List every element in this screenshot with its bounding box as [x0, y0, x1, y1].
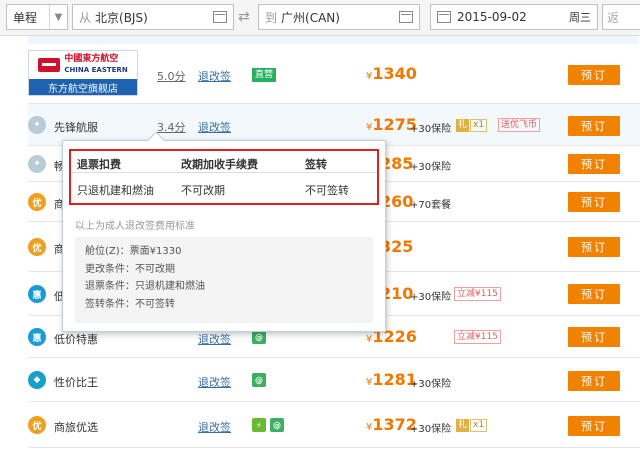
china-eastern-logo-icon — [38, 58, 61, 72]
value-change-fee: 不可改期 — [181, 184, 225, 197]
gift-count: x1 — [470, 119, 488, 132]
policy-note: 以上为成人退改签费用标准 — [75, 221, 195, 232]
value-refund-fee: 只退机建和燃油 — [77, 184, 154, 197]
depart-date-input[interactable]: 2015-09-02 周三 — [430, 4, 598, 30]
book-button[interactable]: 预订 — [568, 65, 620, 85]
gift-icon: 礼 — [456, 419, 470, 432]
header-strip — [28, 36, 638, 44]
discount-icon: 优 — [28, 416, 46, 434]
insurance: +30保险 — [410, 292, 452, 303]
vendor-name: 先锋航服 — [54, 121, 98, 134]
table-row: 中國東方航空 CHINA EASTERN 东方航空旗舰店 5.0分 退改签 直营… — [28, 44, 640, 104]
city-list-icon[interactable] — [213, 11, 227, 23]
promo-tag: 送优飞币 — [498, 118, 541, 132]
vendor-name: 商旅优选 — [54, 421, 98, 434]
weekday: 周三 — [569, 11, 591, 24]
header-change-fee: 改期加收手续费 — [181, 158, 258, 171]
logo-cn: 中國東方航空 — [64, 54, 119, 64]
header-endorse: 签转 — [305, 158, 327, 171]
refund-link[interactable]: 退改签 — [198, 331, 231, 347]
score[interactable]: 5.0分 — [157, 68, 186, 84]
trip-type-select[interactable]: 单程 ▼ — [6, 4, 68, 30]
insurance: +30保险 — [410, 162, 452, 173]
app-icon: @ — [270, 418, 284, 432]
book-button[interactable]: 预订 — [568, 237, 620, 257]
refund-link[interactable]: 退改签 — [198, 68, 231, 84]
app-icon: @ — [252, 330, 266, 344]
logo-en: CHINA EASTERN — [64, 66, 128, 74]
price-value: 1340 — [372, 64, 417, 83]
return-placeholder: 返 — [607, 10, 620, 25]
discount-icon: 优 — [28, 193, 46, 211]
search-bar: 单程 ▼ 从 北京(BJS) ⇄ 到 广州(CAN) 2015-09-02 周三… — [0, 0, 640, 36]
airline-logo[interactable]: 中國東方航空 CHINA EASTERN 东方航空旗舰店 — [28, 50, 138, 96]
vendor-icon: ✦ — [28, 155, 46, 173]
to-city: 广州(CAN) — [281, 10, 340, 25]
deal-icon: 惠 — [28, 328, 46, 346]
score[interactable]: 3.4分 — [157, 119, 186, 135]
from-city-input[interactable]: 从 北京(BJS) — [72, 4, 234, 30]
store-name: 东方航空旗舰店 — [29, 79, 137, 95]
value-endorse: 不可签转 — [305, 184, 349, 197]
book-button[interactable]: 预订 — [568, 416, 620, 436]
vendor-name: 低价特惠 — [54, 333, 98, 346]
book-button[interactable]: 预订 — [568, 116, 620, 136]
package: +70套餐 — [410, 200, 452, 211]
deal-icon: 惠 — [28, 285, 46, 303]
book-button[interactable]: 预订 — [568, 192, 620, 212]
book-button[interactable]: 预订 — [568, 371, 620, 391]
refund-link[interactable]: 退改签 — [198, 119, 231, 135]
to-city-input[interactable]: 到 广州(CAN) — [258, 4, 420, 30]
depart-date: 2015-09-02 — [457, 10, 527, 24]
detail-cabin: 舱位(Z)：票面¥1330 — [85, 246, 182, 257]
discount-icon: 优 — [28, 238, 46, 256]
book-button[interactable]: 预订 — [568, 327, 620, 347]
policy-details: 舱位(Z)：票面¥1330 更改条件：不可改期 退票条件：只退机建和燃油 签转条… — [75, 237, 373, 323]
insurance: +30保险 — [410, 379, 452, 390]
policy-value-row: 只退机建和燃油 不可改期 不可签转 — [71, 174, 377, 202]
book-button[interactable]: 预订 — [568, 284, 620, 304]
policy-header-row: 退票扣费 改期加收手续费 签转 — [71, 151, 377, 173]
city-list-icon[interactable] — [399, 11, 413, 23]
swap-icon[interactable]: ⇄ — [238, 9, 250, 25]
refund-policy-popover: 退票扣费 改期加收手续费 签转 只退机建和燃油 不可改期 不可签转 以上为成人退… — [62, 140, 386, 332]
gift-count: x1 — [470, 419, 488, 432]
insurance: +30保险 — [410, 124, 452, 135]
detail-refund: 退票条件：只退机建和燃油 — [85, 281, 205, 292]
return-date-input[interactable]: 返 — [602, 4, 640, 30]
table-row: 优 商旅优选 退改签 ⚡ @ ¥1372 +30保险 礼 x1 预订 — [28, 402, 640, 448]
gift-icon: 礼 — [456, 119, 470, 132]
refund-link[interactable]: 退改签 — [198, 419, 231, 435]
tag-icon: ◆ — [28, 371, 46, 389]
discount-tag: 立减¥115 — [454, 330, 501, 344]
app-icon: @ — [252, 373, 266, 387]
table-row: ◆ 性价比王 退改签 @ ¥1281 +30保险 预订 — [28, 358, 640, 402]
to-prefix: 到 — [265, 10, 278, 25]
trip-type-value: 单程 — [13, 10, 38, 25]
insurance: +30保险 — [410, 424, 452, 435]
price: ¥1340 — [366, 64, 417, 83]
discount-tag: 立减¥115 — [454, 287, 501, 301]
vendor-name: 性价比王 — [54, 376, 98, 389]
book-button[interactable]: 预订 — [568, 154, 620, 174]
calendar-icon[interactable] — [437, 11, 451, 23]
chevron-down-icon[interactable]: ▼ — [49, 5, 67, 29]
refund-policy-table: 退票扣费 改期加收手续费 签转 只退机建和燃油 不可改期 不可签转 — [69, 149, 379, 205]
detail-change: 更改条件：不可改期 — [85, 263, 175, 275]
lightning-icon: ⚡ — [252, 418, 266, 432]
direct-badge: 直营 — [252, 68, 277, 82]
vendor-icon: ✦ — [28, 116, 46, 134]
from-prefix: 从 — [79, 10, 92, 25]
header-refund-fee: 退票扣费 — [77, 158, 121, 171]
from-city: 北京(BJS) — [95, 10, 148, 25]
detail-endorse: 签转条件：不可签转 — [85, 298, 175, 310]
refund-link[interactable]: 退改签 — [198, 374, 231, 390]
